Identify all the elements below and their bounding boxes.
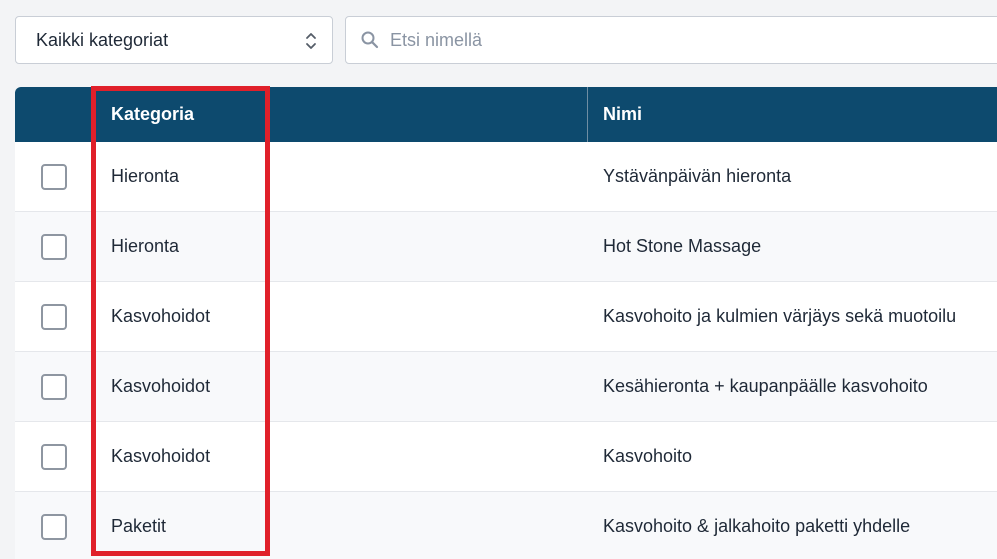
row-checkbox[interactable] xyxy=(41,163,67,190)
table-row[interactable]: Paketit Kasvohoito & jalkahoito paketti … xyxy=(15,492,997,559)
services-table: Kategoria Nimi Hieronta Ystävänpäivän hi… xyxy=(15,87,997,559)
column-header-category[interactable]: Kategoria xyxy=(96,87,587,142)
column-header-name[interactable]: Nimi xyxy=(588,87,642,142)
row-checkbox[interactable] xyxy=(41,233,67,260)
row-name: Ystävänpäivän hieronta xyxy=(603,166,792,186)
column-header-name-label: Nimi xyxy=(603,104,643,124)
row-category: Hieronta xyxy=(111,236,180,256)
row-checkbox-cell xyxy=(15,163,96,190)
row-checkbox-cell xyxy=(15,443,96,470)
category-select-value: Kaikki kategoriat xyxy=(36,29,169,50)
table-body: Hieronta Ystävänpäivän hieronta Hieronta… xyxy=(15,142,997,559)
row-name: Hot Stone Massage xyxy=(603,236,762,256)
row-checkbox[interactable] xyxy=(41,443,67,470)
header-checkbox-column xyxy=(15,87,96,142)
search-box[interactable] xyxy=(345,16,997,64)
row-name: Kasvohoito xyxy=(603,446,693,466)
category-select[interactable]: Kaikki kategoriat xyxy=(15,16,333,64)
table-row[interactable]: Kasvohoidot Kasvohoito ja kulmien värjäy… xyxy=(15,282,997,352)
row-checkbox[interactable] xyxy=(41,373,67,400)
row-checkbox[interactable] xyxy=(41,513,67,540)
table-row[interactable]: Hieronta Hot Stone Massage xyxy=(15,212,997,282)
row-category: Hieronta xyxy=(111,166,180,186)
row-checkbox-cell xyxy=(15,373,96,400)
row-category: Kasvohoidot xyxy=(111,376,211,396)
row-checkbox-cell xyxy=(15,513,96,540)
table-header: Kategoria Nimi xyxy=(15,87,997,142)
row-checkbox-cell xyxy=(15,233,96,260)
row-checkbox[interactable] xyxy=(41,303,67,330)
row-name: Kesähieronta + kaupanpäälle kasvohoito xyxy=(603,376,928,396)
page: Kaikki kategoriat Kategoria Nimi xyxy=(0,0,997,559)
row-category: Kasvohoidot xyxy=(111,306,211,326)
row-name: Kasvohoito & jalkahoito paketti yhdelle xyxy=(603,516,911,536)
column-header-category-label: Kategoria xyxy=(111,104,195,124)
table-row[interactable]: Kasvohoidot Kesähieronta + kaupanpäälle … xyxy=(15,352,997,422)
row-category: Kasvohoidot xyxy=(111,446,211,466)
search-input[interactable] xyxy=(390,29,990,51)
row-name: Kasvohoito ja kulmien värjäys sekä muoto… xyxy=(603,306,957,326)
chevron-up-down-icon xyxy=(306,33,316,49)
search-icon xyxy=(361,31,379,49)
table-row[interactable]: Hieronta Ystävänpäivän hieronta xyxy=(15,142,997,212)
table-row[interactable]: Kasvohoidot Kasvohoito xyxy=(15,422,997,492)
row-checkbox-cell xyxy=(15,303,96,330)
row-category: Paketit xyxy=(111,516,167,536)
